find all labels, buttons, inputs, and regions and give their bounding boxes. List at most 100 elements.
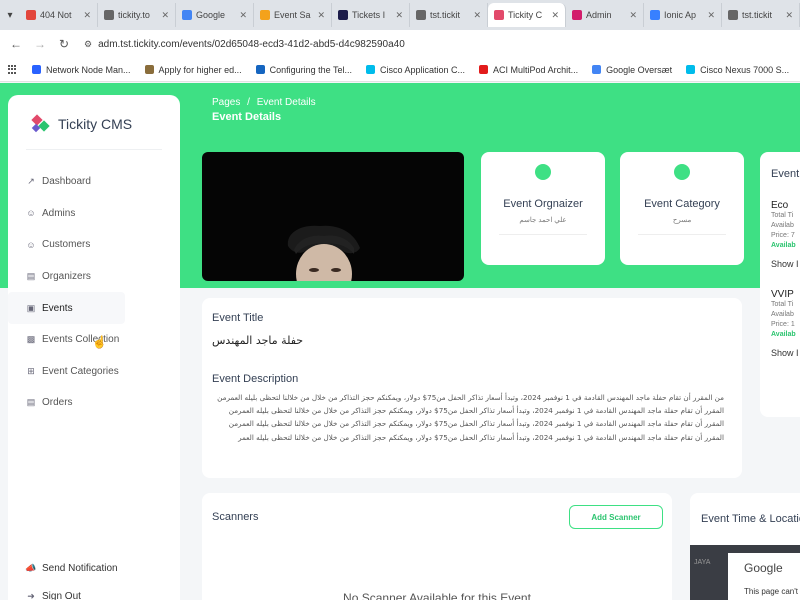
url-text: adm.tst.tickity.com/events/02d65048-ecd3…	[98, 38, 405, 50]
browser-tab[interactable]: Ionic Ap ✕	[644, 3, 722, 27]
tab-favicon-icon	[260, 10, 270, 20]
browser-tab[interactable]: tst.tickit ✕	[722, 3, 800, 27]
tab-favicon-icon	[572, 10, 582, 20]
bookmark-item[interactable]: Apply for higher ed...	[144, 64, 242, 75]
tab-close-icon[interactable]: ✕	[80, 10, 91, 21]
tab-favicon-icon	[26, 10, 36, 20]
tab-close-icon[interactable]: ✕	[704, 10, 715, 21]
tickity-logo-icon	[30, 113, 52, 135]
time-location-title: Event Time & Location	[701, 513, 800, 525]
ticket-available: Availab	[771, 311, 794, 318]
tab-close-icon[interactable]: ✕	[392, 10, 403, 21]
url-field[interactable]: ⚙ adm.tst.tickity.com/events/02d65048-ec…	[84, 39, 405, 50]
forward-arrow-icon[interactable]: →	[30, 37, 50, 51]
breadcrumb-root[interactable]: Pages	[212, 97, 240, 108]
category-label: Event Category	[644, 198, 720, 210]
brand-name: Tickity CMS	[58, 116, 133, 132]
tab-favicon-icon	[416, 10, 426, 20]
sidebar-item-label: Organizers	[42, 271, 91, 283]
tab-favicon-icon	[494, 10, 504, 20]
bookmark-item[interactable]: Google Oversæt	[592, 65, 672, 75]
ticket-name: Eco	[771, 200, 789, 211]
tab-close-icon[interactable]: ✕	[626, 10, 637, 21]
apps-grid-icon[interactable]	[8, 64, 16, 75]
bookmark-item[interactable]: ACI MultiPod Archit...	[479, 65, 578, 75]
sidebar-item-event-categories[interactable]: ⊞ Event Categories	[8, 356, 180, 388]
sidebar-item-label: Dashboard	[42, 176, 91, 188]
bookmark-item[interactable]: Cisco Application C...	[366, 65, 465, 75]
brand[interactable]: Tickity CMS	[8, 95, 180, 135]
google-maps-error-dialog: Google This page can't load Google Maps …	[728, 553, 800, 600]
users-icon: ☺	[26, 208, 36, 219]
browser-tab-bar: ▾ 404 Not ✕ tickity.to ✕ Google ✕ Event …	[0, 0, 800, 30]
back-arrow-icon[interactable]: ←	[6, 37, 26, 51]
bookmark-item[interactable]: Cisco Nexus 7000 S...	[686, 65, 789, 75]
browser-tab[interactable]: Admin ✕	[566, 3, 644, 27]
map-view[interactable]: JAYA Google This page can't load Google …	[690, 545, 800, 600]
sidebar-item-events[interactable]: ▣ Events	[8, 292, 125, 324]
table-icon: ⊞	[27, 365, 35, 376]
browser-tab[interactable]: tst.tickit ✕	[410, 3, 488, 27]
page-title: Event Details	[212, 111, 282, 123]
tickets-title: Event Tickets	[771, 168, 800, 180]
bookmark-label: Configuring the Tel...	[269, 64, 352, 75]
app-root: Tickity CMS ↗ Dashboard ☺ Admins ☺ Custome…	[0, 83, 800, 600]
category-card: Event Category مسرح	[620, 152, 744, 265]
add-scanner-button[interactable]: Add Scanner	[569, 505, 663, 529]
ticket-icon: ▣	[26, 302, 36, 313]
sidebar-item-customers[interactable]: ☺ Customers	[8, 229, 180, 261]
event-description-value: من المقرر أن تقام حفلة ماجد المهندس القا…	[217, 393, 724, 442]
map-road-label: JAYA	[694, 559, 711, 566]
address-bar: ← → ↻ ⚙ adm.tst.tickity.com/events/02d65…	[0, 30, 800, 58]
tab-label: tst.tickit	[742, 10, 773, 20]
ticket-show-button[interactable]: Show I	[771, 348, 800, 358]
send-notification-button[interactable]: 📣 Send Notification	[8, 554, 180, 582]
category-value: مسرح	[672, 217, 692, 224]
bookmark-favicon-icon	[686, 65, 696, 74]
tab-close-icon[interactable]: ✕	[314, 10, 325, 21]
event-description-label: Event Description	[212, 373, 299, 385]
organizer-label: Event Orgnaizer	[503, 198, 583, 210]
tab-close-icon[interactable]: ✕	[158, 10, 169, 21]
bookmark-favicon-icon	[592, 65, 602, 74]
google-error-text: This page can't load Google Maps correct…	[744, 587, 800, 596]
breadcrumb-current: Event Details	[256, 97, 316, 108]
tab-list-chevron-icon[interactable]: ▾	[4, 6, 16, 24]
tab-close-icon[interactable]: ✕	[782, 10, 793, 21]
organizer-avatar	[535, 164, 551, 180]
sidebar-item-admins[interactable]: ☺ Admins	[8, 198, 180, 230]
chart-line-icon: ↗	[27, 176, 35, 187]
collection-icon: ▩	[26, 334, 36, 345]
ticket-price: Price: 1	[771, 321, 795, 328]
browser-tab[interactable]: Tickets I ✕	[332, 3, 410, 27]
browser-tab[interactable]: 404 Not ✕	[20, 3, 98, 27]
ticket-show-button[interactable]: Show I	[771, 259, 800, 269]
sidebar-item-label: Admins	[42, 207, 76, 219]
bookmark-favicon-icon	[366, 65, 375, 74]
ticket-item: VVIP Total Ti Availab Price: 1 Availab S…	[771, 289, 800, 358]
bookmark-item[interactable]: Network Node Man...	[32, 65, 131, 75]
bookmark-label: ACI MultiPod Archit...	[493, 64, 579, 75]
sidebar-item-dashboard[interactable]: ↗ Dashboard	[8, 166, 180, 198]
ticket-name: VVIP	[771, 289, 794, 300]
organizer-card: Event Orgnaizer علي احمد جاسم	[481, 152, 605, 265]
browser-tab[interactable]: tickity.to ✕	[98, 3, 176, 27]
browser-tab[interactable]: Google ✕	[176, 3, 254, 27]
bookmark-item[interactable]: Configuring the Tel...	[255, 64, 352, 75]
tab-label: 404 Not	[40, 10, 72, 20]
tab-close-icon[interactable]: ✕	[236, 10, 247, 21]
reload-icon[interactable]: ↻	[54, 37, 74, 51]
bookmark-label: Apply for higher ed...	[158, 64, 242, 75]
bookmark-favicon-icon	[479, 65, 489, 74]
browser-tab[interactable]: Event Sa ✕	[254, 3, 332, 27]
tab-label: tst.tickit	[430, 10, 461, 20]
site-info-icon[interactable]: ⚙	[84, 39, 92, 50]
tab-close-icon[interactable]: ✕	[470, 10, 481, 21]
tab-close-icon[interactable]: ✕	[548, 10, 559, 21]
organizer-value: علي احمد جاسم	[519, 217, 567, 224]
tab-label: Tickity C	[508, 10, 543, 20]
sign-out-button[interactable]: ➜ Sign Out	[8, 582, 180, 600]
browser-tab[interactable]: Tickity C ✕	[488, 3, 566, 27]
sidebar-item-orders[interactable]: ▤ Orders	[8, 387, 180, 419]
sidebar-item-organizers[interactable]: ▤ Organizers	[8, 261, 180, 293]
